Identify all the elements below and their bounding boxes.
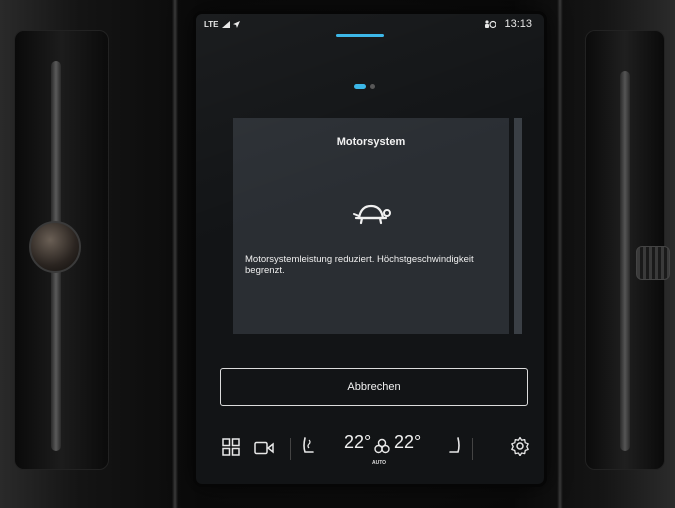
left-air-vent [14,30,109,470]
location-arrow-icon [232,21,240,28]
vent-knob [29,221,81,273]
seat-heating-right-icon[interactable] [446,436,462,458]
fan-icon[interactable] [374,438,390,456]
fan-mode-label: AUTO [372,460,387,466]
climate-bar: 22° AUTO 22° [196,422,544,476]
dialog-title: Motorsystem [336,136,406,148]
turtle-icon [353,204,391,225]
passenger-icon [485,19,497,28]
cancel-button[interactable]: Abbrechen [220,368,528,406]
vent-slat [620,71,630,451]
camera-icon[interactable] [254,441,274,455]
page-dot-active [354,84,366,89]
dialog-message: Motorsystemleistung reduziert. Höchstges… [245,254,474,276]
right-temperature[interactable]: 22° [394,432,421,453]
infotainment-screen: LTE 13:13 Motorsystem Motorsystemleistun… [196,14,544,484]
status-left: LTE [204,20,240,29]
drawer-handle[interactable] [336,34,384,37]
right-air-vent [585,30,670,470]
page-dot[interactable] [370,84,375,89]
clock: 13:13 [504,18,532,30]
warning-dialog: Motorsystem Motorsystemleistung reduzier… [233,118,509,334]
left-temperature[interactable]: 22° [344,432,371,453]
app-grid-icon[interactable] [222,438,240,456]
vent-knob [636,246,670,280]
network-label: LTE [204,20,219,29]
settings-gear-icon[interactable] [510,436,530,456]
status-right: 13:13 [484,18,532,30]
next-card-edge[interactable] [514,118,522,334]
divider [290,438,291,460]
chrome-trim-left [172,0,178,508]
status-bar: LTE 13:13 [196,14,544,40]
chrome-trim-right [557,0,563,508]
seat-heating-left-icon[interactable] [301,436,317,458]
divider [472,438,473,460]
signal-icon [221,21,230,28]
page-indicator [354,84,375,89]
